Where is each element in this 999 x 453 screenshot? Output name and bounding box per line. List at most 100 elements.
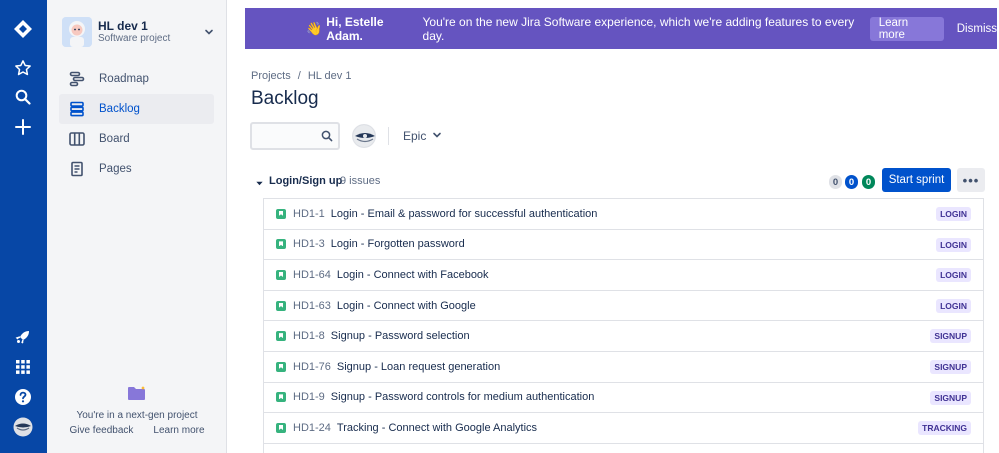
- issue-label[interactable]: LOGIN: [936, 207, 971, 221]
- table-row[interactable]: HD1-8 Signup - Password selection SIGNUP: [264, 321, 983, 352]
- table-row[interactable]: [264, 443, 983, 453]
- story-icon: [276, 361, 286, 372]
- breadcrumb-project[interactable]: HL dev 1: [308, 70, 352, 82]
- table-row[interactable]: HD1-9 Signup - Password controls for med…: [264, 382, 983, 414]
- chevron-down-icon[interactable]: [201, 24, 217, 40]
- project-type: Software project: [98, 32, 171, 44]
- issue-key[interactable]: HD1-63: [293, 300, 331, 312]
- sprint-header: Login/Sign up 9 issues 0 0 0 Start sprin…: [255, 168, 985, 194]
- sidebar-item-board[interactable]: Board: [59, 124, 214, 154]
- filter-divider: [388, 127, 389, 145]
- search-icon: [321, 129, 333, 147]
- issue-label[interactable]: SIGNUP: [930, 329, 971, 344]
- issue-label[interactable]: LOGIN: [936, 237, 971, 252]
- give-feedback-link[interactable]: Give feedback: [69, 425, 133, 436]
- pages-icon: [67, 159, 87, 179]
- issue-summary: Login - Email & password for successful …: [330, 207, 598, 220]
- issue-key[interactable]: HD1-3: [293, 238, 325, 250]
- story-icon: [276, 422, 286, 433]
- issue-label[interactable]: SIGNUP: [930, 359, 971, 374]
- table-row[interactable]: HD1-1 Login - Email & password for succe…: [264, 199, 983, 230]
- table-row[interactable]: HD1-64 Login - Connect with Facebook LOG…: [264, 260, 983, 291]
- sidebar-item-label: Board: [99, 133, 130, 145]
- table-row[interactable]: HD1-76 Signup - Loan request generation …: [264, 351, 983, 383]
- sidebar-item-label: Roadmap: [99, 73, 149, 85]
- story-icon: [276, 269, 286, 280]
- issue-summary: Login - Connect with Facebook: [336, 268, 489, 281]
- page-title: Backlog: [251, 88, 319, 109]
- global-nav: [0, 0, 47, 453]
- roadmap-icon: [67, 69, 87, 89]
- issue-label[interactable]: LOGIN: [936, 298, 971, 313]
- issue-key[interactable]: HD1-8: [293, 330, 325, 342]
- epic-filter-label: Epic: [403, 129, 427, 143]
- profile-avatar[interactable]: [8, 412, 38, 442]
- issue-key[interactable]: HD1-9: [293, 391, 325, 403]
- sprint-issue-count: 9 issues: [340, 175, 381, 187]
- breadcrumb: Projects / HL dev 1: [251, 70, 351, 82]
- breadcrumb-separator: /: [297, 70, 301, 82]
- table-row[interactable]: HD1-3 Login - Forgotten password LOGIN: [264, 229, 983, 261]
- sprint-name: Login/Sign up: [269, 175, 343, 187]
- issue-summary: Signup - Password selection: [330, 330, 470, 343]
- sidebar-item-label: Pages: [99, 163, 132, 175]
- issue-label[interactable]: TRACKING: [918, 421, 971, 436]
- create-plus-icon[interactable]: [8, 112, 38, 142]
- breadcrumb-projects[interactable]: Projects: [251, 70, 291, 82]
- story-icon: [276, 331, 286, 342]
- banner-dismiss-button[interactable]: Dismiss: [957, 23, 997, 35]
- project-sidebar: HL dev 1 Software project Roadmap Backlo…: [47, 0, 227, 453]
- story-icon: [276, 239, 286, 250]
- issue-key[interactable]: HD1-24: [293, 422, 331, 434]
- backlog-search-input[interactable]: [250, 122, 340, 150]
- issue-summary: Signup - Loan request generation: [336, 360, 501, 373]
- table-row[interactable]: HD1-63 Login - Connect with Google LOGIN: [264, 290, 983, 322]
- issue-label[interactable]: LOGIN: [936, 268, 971, 283]
- learn-more-link[interactable]: Learn more: [153, 425, 204, 436]
- table-row[interactable]: HD1-24 Tracking - Connect with Google An…: [264, 413, 983, 444]
- nextgen-text: You're in a next-gen project: [76, 410, 198, 421]
- sidebar-item-roadmap[interactable]: Roadmap: [59, 64, 214, 94]
- in-progress-count-badge: 0: [845, 175, 858, 189]
- sidebar-item-label: Backlog: [99, 103, 140, 115]
- issue-key[interactable]: HD1-64: [293, 269, 331, 281]
- banner-greeting: Hi, Estelle Adam.: [326, 14, 384, 43]
- jira-logo-icon[interactable]: [8, 14, 38, 44]
- wave-hand-icon: 👋: [306, 20, 323, 36]
- issue-summary: Login - Forgotten password: [330, 238, 465, 251]
- banner-learn-more-button[interactable]: Learn more: [869, 16, 944, 41]
- star-icon[interactable]: [8, 53, 38, 83]
- more-actions-button[interactable]: •••: [957, 168, 985, 192]
- announcement-banner: 👋 Hi, Estelle Adam. You're on the new Ji…: [245, 8, 997, 49]
- issue-summary: Signup - Password controls for medium au…: [330, 391, 595, 404]
- issue-key[interactable]: HD1-1: [293, 208, 325, 220]
- chevron-down-icon: [432, 129, 442, 143]
- epic-filter-dropdown[interactable]: Epic: [403, 129, 442, 143]
- folder-icon: [127, 385, 147, 401]
- banner-message: You're on the new Jira Software experien…: [422, 14, 855, 43]
- nextgen-info: You're in a next-gen project Give feedba…: [47, 385, 227, 436]
- issue-key[interactable]: HD1-76: [293, 361, 331, 373]
- assignee-filter-avatar[interactable]: [352, 124, 376, 148]
- done-count-badge: 0: [862, 175, 875, 189]
- issue-label[interactable]: SIGNUP: [930, 390, 971, 405]
- app-switcher-icon[interactable]: [8, 352, 38, 382]
- collapse-chevron-icon[interactable]: [255, 175, 264, 193]
- project-avatar: [62, 17, 92, 47]
- issue-summary: Login - Connect with Google: [336, 299, 476, 312]
- backlog-icon: [67, 99, 87, 119]
- project-switcher[interactable]: HL dev 1 Software project: [62, 14, 217, 50]
- board-icon: [67, 129, 87, 149]
- issue-list: HD1-1 Login - Email & password for succe…: [263, 198, 984, 453]
- issue-summary: Tracking - Connect with Google Analytics: [336, 421, 538, 434]
- todo-count-badge: 0: [829, 175, 842, 189]
- sidebar-item-pages[interactable]: Pages: [59, 154, 214, 184]
- start-sprint-button[interactable]: Start sprint: [882, 168, 951, 192]
- story-icon: [276, 300, 286, 311]
- rocket-icon[interactable]: [8, 322, 38, 352]
- story-icon: [276, 392, 286, 403]
- search-icon[interactable]: [8, 82, 38, 112]
- project-name: HL dev 1: [98, 18, 148, 33]
- sidebar-item-backlog[interactable]: Backlog: [59, 94, 214, 124]
- help-icon[interactable]: [8, 382, 38, 412]
